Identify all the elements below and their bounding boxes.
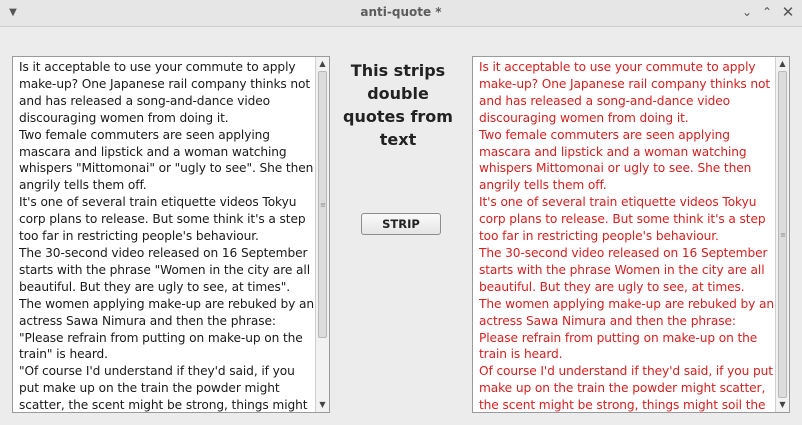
output-paragraph: Of course I'd understand if they'd said,… — [479, 364, 773, 413]
scroll-up-arrow-icon[interactable]: ▲ — [776, 57, 789, 71]
input-paragraph: "Of course I'd understand if they'd said… — [19, 364, 308, 413]
output-paragraph: Is it acceptable to use your commute to … — [479, 60, 771, 125]
scroll-up-arrow-icon[interactable]: ▲ — [316, 57, 329, 71]
input-paragraph: Two female commuters are seen applying m… — [19, 127, 314, 193]
scroll-down-arrow-icon[interactable]: ▼ — [776, 398, 789, 412]
close-button[interactable]: ✕ — [780, 4, 796, 20]
input-text[interactable]: Is it acceptable to use your commute to … — [19, 59, 315, 413]
output-paragraph: The women applying make-up are rebuked b… — [479, 296, 775, 362]
maximize-button[interactable]: ⌃ — [759, 4, 775, 20]
window-body: Is it acceptable to use your commute to … — [0, 27, 802, 425]
strip-button[interactable]: STRIP — [361, 213, 441, 235]
scroll-down-arrow-icon[interactable]: ▼ — [316, 398, 329, 412]
scroll-track[interactable]: ≡ — [317, 71, 328, 398]
output-paragraph: Two female commuters are seen applying m… — [479, 127, 752, 193]
input-paragraph: The 30-second video released on 16 Septe… — [19, 245, 310, 294]
grip-icon: ≡ — [780, 230, 786, 239]
window-title: anti-quote * — [360, 5, 442, 19]
output-paragraph: It's one of several train etiquette vide… — [479, 195, 766, 244]
output-scrollbar[interactable]: ▲ ≡ ▼ — [775, 57, 789, 412]
scroll-thumb[interactable]: ≡ — [318, 71, 327, 338]
output-paragraph: The 30-second video released on 16 Septe… — [479, 245, 768, 294]
description-heading: This strips double quotes from text — [343, 61, 453, 149]
minimize-button[interactable]: ⌄ — [739, 4, 755, 20]
scroll-thumb[interactable]: ≡ — [778, 71, 787, 398]
input-scrollbar[interactable]: ▲ ≡ ▼ — [315, 57, 329, 412]
input-paragraph: Is it acceptable to use your commute to … — [19, 60, 311, 125]
input-text-area[interactable]: Is it acceptable to use your commute to … — [12, 56, 330, 413]
output-text-area[interactable]: Is it acceptable to use your commute to … — [472, 56, 790, 413]
scroll-track[interactable]: ≡ — [777, 71, 788, 398]
grip-icon: ≡ — [320, 200, 326, 209]
title-bar[interactable]: ▼ anti-quote * ⌄ ⌃ ✕ — [0, 0, 802, 27]
input-paragraph: The women applying make-up are rebuked b… — [19, 296, 315, 362]
input-paragraph: It's one of several train etiquette vide… — [19, 195, 306, 244]
output-text[interactable]: Is it acceptable to use your commute to … — [479, 59, 775, 413]
